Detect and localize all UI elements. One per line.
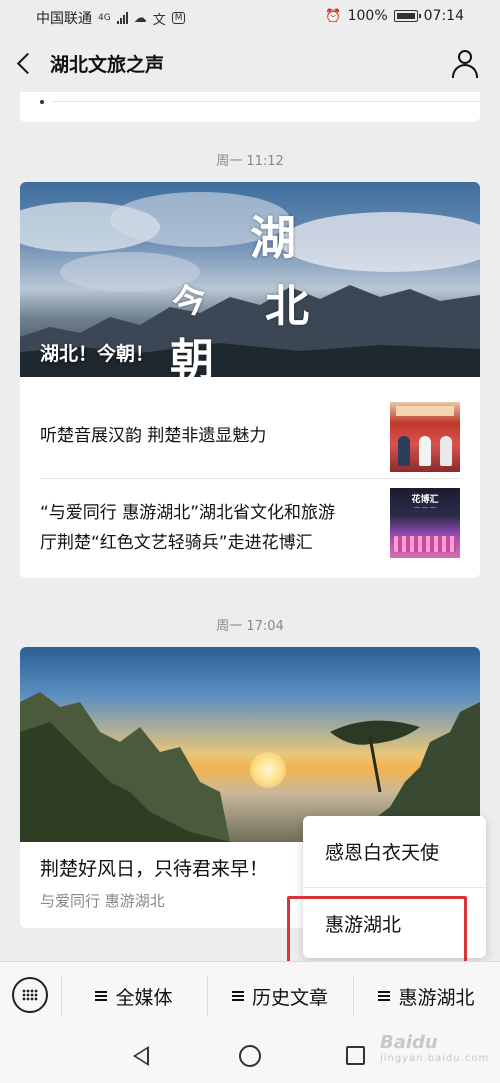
clock: 07:14 [423,8,464,24]
menu-item-all-media[interactable]: 全媒体 [61,962,207,1030]
sun-glow [250,752,286,788]
article-title: “与爱同行 惠游湖北”湖北省文化和旅游 厅荆楚“红色文艺轻骑兵”走进花博汇 [40,478,390,578]
cover-image [20,647,480,842]
menu-icon [378,991,391,1001]
message-timestamp: 周一 17:04 [216,619,284,634]
watermark: Baidu jingyan.baidu.com [380,1032,489,1064]
calligraphy-char: 湖 [250,211,296,265]
status-right: ⏰ 100% 07:14 [325,8,464,24]
article-thumbnail [390,402,460,472]
message-timestamp: 周一 11:12 [216,154,284,169]
menu-item-label: 历史文章 [251,986,328,1009]
menu-item-label: 全媒体 [115,986,173,1009]
article-title-line: “与爱同行 惠游湖北”湖北省文化和旅游 [40,503,336,523]
home-icon[interactable] [239,1045,261,1067]
article-title: 听楚音展汉韵 荆楚非遗显魅力 [40,426,267,446]
article-title: 荆楚好风日，只待君来早！ [40,858,269,880]
bottom-menu-bar: 全媒体 历史文章 惠游湖北 [0,961,500,1029]
article-card-group: 湖 北 今 朝 湖北！今朝！ 听楚音展汉韵 荆楚非遗显魅力 “与爱同行 惠游湖北… [20,182,480,578]
menu-icon [95,991,108,1001]
watermark-sub: jingyan.baidu.com [380,1053,490,1064]
back-icon[interactable] [133,1046,149,1066]
list-dot [40,100,44,104]
network-type: 4G [98,13,111,23]
article-subtitle: 与爱同行 惠游湖北 [40,892,165,910]
article-title-line: 厅荆楚“红色文艺轻骑兵”走进花博汇 [40,533,313,553]
cover-image[interactable]: 湖 北 今 朝 湖北！今朝！ [20,182,480,377]
divider [52,101,480,102]
article-thumbnail: 花博汇 — — — [390,488,460,558]
previous-article-card[interactable] [20,92,480,122]
list-item[interactable]: 听楚音展汉韵 荆楚非遗显魅力 [20,386,480,486]
app-notification-icon: 文 [152,12,166,28]
submenu-item[interactable]: 感恩白衣天使 [303,816,486,887]
alarm-icon: ⏰ [325,8,342,24]
profile-icon[interactable] [450,48,480,78]
thumbnail-decoration: — — — [414,504,436,511]
menu-icon [231,991,244,1001]
left-cliffs [20,692,230,842]
list-item[interactable]: “与爱同行 惠游湖北”湖北省文化和旅游 厅荆楚“红色文艺轻骑兵”走进花博汇 花博… [20,478,480,578]
status-bar: 中国联通 4G ☁ 文 M ⏰ 100% 07:14 [0,0,500,34]
back-arrow-icon[interactable] [14,50,38,76]
keyboard-icon[interactable] [12,977,48,1013]
signal-icon [116,12,128,24]
battery-icon [393,10,421,22]
menu-item-history[interactable]: 历史文章 [207,962,353,1030]
highlight-annotation [287,896,467,965]
page-title: 湖北文旅之声 [50,54,165,76]
recent-apps-icon[interactable] [346,1046,365,1065]
menu-item-huiyou-hubei[interactable]: 惠游湖北 [353,962,500,1030]
status-left: 中国联通 4G ☁ 文 M [36,8,186,28]
calligraphy-char: 北 [265,281,309,332]
mi-app-icon: M [171,12,186,24]
carrier-label: 中国联通 [36,11,92,27]
cloud-upload-icon: ☁ [133,10,147,26]
watermark-text: Baidu [380,1032,438,1053]
menu-item-label: 惠游湖北 [398,986,475,1009]
cover-title: 湖北！今朝！ [40,343,155,365]
calligraphy-char: 朝 [170,335,214,377]
battery-percent: 100% [347,8,388,24]
nav-bar: 湖北文旅之声 [0,34,500,92]
